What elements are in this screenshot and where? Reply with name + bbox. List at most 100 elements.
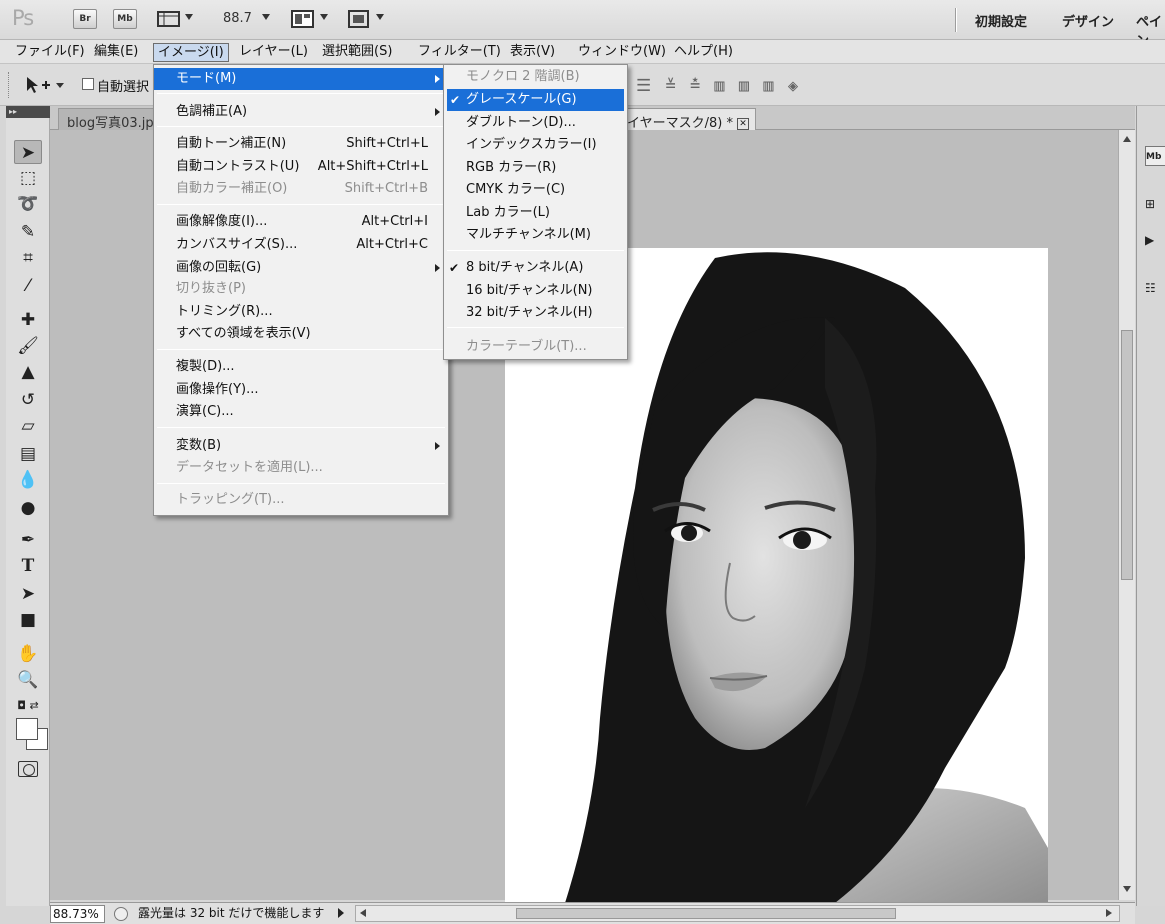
mode-item-grayscale[interactable]: ✔ グレースケール(G)	[447, 89, 624, 111]
menu-item-calculations[interactable]: 演算(C)...	[154, 401, 448, 423]
menu-item-variables[interactable]: 変数(B)	[154, 435, 448, 457]
quick-selection-tool-icon[interactable]: ✎	[14, 220, 42, 244]
mode-item-8-bit[interactable]: ✔ 8 bit/チャンネル(A)	[444, 257, 627, 279]
history-panel-icon[interactable]: ⊞	[1145, 194, 1165, 214]
mode-item-indexed-color[interactable]: インデックスカラー(I)	[444, 134, 627, 156]
path-selection-tool-icon[interactable]: ➤	[14, 582, 42, 606]
menu-view[interactable]: 表示(V)	[506, 43, 559, 62]
status-menu-arrow[interactable]	[338, 908, 344, 918]
shortcut-auto-contrast: Alt+Shift+Ctrl+L	[317, 159, 428, 174]
vertical-scrollbar[interactable]	[1118, 130, 1135, 900]
mode-item-duotone[interactable]: ダブルトーン(D)...	[444, 112, 627, 134]
tools-panel-header[interactable]: ▸▸	[6, 106, 50, 118]
menu-item-crop-label: 切り抜き(P)	[176, 281, 246, 296]
brush-tool-icon[interactable]: 🖌	[14, 334, 42, 358]
hand-tool-icon[interactable]: ✋	[14, 642, 42, 666]
marquee-tool-icon[interactable]: ⬚	[14, 166, 42, 190]
healing-brush-tool-icon[interactable]: ✚	[14, 308, 42, 332]
vertical-scroll-thumb[interactable]	[1121, 330, 1133, 580]
view-extras-dropdown-arrow[interactable]	[185, 14, 193, 20]
scroll-right-arrow[interactable]	[1106, 909, 1112, 917]
tool-preset-picker[interactable]	[24, 74, 66, 96]
mode-item-32-bit[interactable]: 32 bit/チャンネル(H)	[444, 302, 627, 324]
status-info-icon[interactable]	[114, 907, 128, 921]
mini-bridge-panel-icon[interactable]: Mb	[1145, 146, 1165, 166]
view-extras-button[interactable]	[157, 9, 181, 29]
document-tab-1[interactable]: blog写真03.jp	[58, 108, 163, 131]
align-distribute-icons[interactable]: ☰ ≚ ≛ ▥ ▥ ▥ ◈	[636, 76, 800, 96]
zoom-tool-icon[interactable]: 🔍	[14, 668, 42, 692]
menu-edit[interactable]: 編集(E)	[90, 43, 142, 62]
status-zoom-field[interactable]: 88.73%	[50, 905, 105, 923]
eraser-tool-icon[interactable]: ▱	[14, 414, 42, 438]
menu-item-apply-image-label: 画像操作(Y)...	[176, 382, 259, 397]
document-tab-2[interactable]: イヤーマスク/8) * ✕	[620, 108, 756, 131]
mode-item-cmyk-color[interactable]: CMYK カラー(C)	[444, 179, 627, 201]
menu-item-auto-tone[interactable]: 自動トーン補正(N) Shift+Ctrl+L	[154, 133, 448, 155]
arrange-documents-button[interactable]	[291, 9, 315, 29]
dodge-tool-icon[interactable]: ●	[14, 496, 42, 520]
workspace-design[interactable]: デザイン	[1062, 11, 1114, 30]
menu-file[interactable]: ファイル(F)	[11, 43, 89, 62]
menu-item-image-rotation[interactable]: 画像の回転(G)	[154, 257, 448, 279]
menu-item-apply-image[interactable]: 画像操作(Y)...	[154, 379, 448, 401]
zoom-level-display[interactable]: 88.7	[223, 11, 252, 26]
pen-tool-icon[interactable]: ✒	[14, 528, 42, 552]
menu-item-image-size[interactable]: 画像解像度(I)... Alt+Ctrl+I	[154, 211, 448, 233]
menu-item-auto-contrast[interactable]: 自動コントラスト(U) Alt+Shift+Ctrl+L	[154, 156, 448, 178]
horizontal-scroll-thumb[interactable]	[516, 908, 896, 919]
arrange-dropdown-arrow[interactable]	[320, 14, 328, 20]
gradient-tool-icon[interactable]: ▤	[14, 442, 42, 466]
options-bar-grip[interactable]	[8, 72, 11, 98]
menu-item-adjustments[interactable]: 色調補正(A)	[154, 101, 448, 123]
lasso-tool-icon[interactable]: ➰	[14, 192, 42, 216]
scroll-left-arrow[interactable]	[360, 909, 366, 917]
mode-item-rgb-color[interactable]: RGB カラー(R)	[444, 157, 627, 179]
mode-item-lab-color[interactable]: Lab カラー(L)	[444, 202, 627, 224]
launch-mini-bridge-button[interactable]: Mb	[113, 9, 137, 29]
type-tool-icon[interactable]: T	[14, 554, 42, 578]
scroll-down-arrow[interactable]	[1123, 886, 1131, 892]
scroll-up-arrow[interactable]	[1123, 136, 1131, 142]
menu-image[interactable]: イメージ(I)	[153, 43, 229, 62]
menu-separator	[447, 327, 624, 328]
actions-panel-icon[interactable]: ▶	[1145, 230, 1165, 250]
menu-select[interactable]: 選択範囲(S)	[318, 43, 396, 62]
blur-tool-icon[interactable]: 💧	[14, 468, 42, 492]
menu-filter[interactable]: フィルター(T)	[414, 43, 505, 62]
screen-mode-dropdown-arrow[interactable]	[376, 14, 384, 20]
screen-mode-button[interactable]	[347, 9, 371, 29]
move-tool-icon[interactable]: ➤	[14, 140, 42, 164]
checkmark-icon: ✔	[449, 261, 460, 275]
menu-item-reveal-all[interactable]: すべての領域を表示(V)	[154, 323, 448, 345]
menu-item-trim[interactable]: トリミング(R)...	[154, 301, 448, 323]
menu-layer[interactable]: レイヤー(L)	[235, 43, 312, 62]
submenu-arrow-icon	[435, 264, 440, 272]
close-tab-icon[interactable]: ✕	[736, 117, 749, 130]
horizontal-scrollbar[interactable]	[355, 905, 1120, 922]
menu-help[interactable]: ヘルプ(H)	[670, 43, 737, 62]
eyedropper-tool-icon[interactable]: ⁄	[14, 274, 42, 298]
clone-stamp-tool-icon[interactable]: ▲	[14, 360, 42, 384]
foreground-color-swatch[interactable]	[16, 718, 38, 740]
workspace-essentials[interactable]: 初期設定	[975, 11, 1027, 30]
menu-item-mode[interactable]: モード(M)	[154, 68, 448, 90]
mode-item-multichannel[interactable]: マルチチャンネル(M)	[444, 224, 627, 246]
menu-window[interactable]: ウィンドウ(W)	[574, 43, 670, 62]
menu-item-auto-tone-label: 自動トーン補正(N)	[176, 136, 287, 151]
menu-item-duplicate[interactable]: 複製(D)...	[154, 356, 448, 378]
mode-item-16-bit[interactable]: 16 bit/チャンネル(N)	[444, 280, 627, 302]
launch-bridge-button[interactable]: Br	[73, 9, 97, 29]
default-colors-icon[interactable]: ◘ ⇄	[14, 694, 42, 718]
menu-item-mode-label: モード(M)	[176, 71, 237, 86]
crop-tool-icon[interactable]: ⌗	[14, 246, 42, 270]
adjustments-panel-icon[interactable]: ☷	[1145, 278, 1165, 298]
menu-item-canvas-size[interactable]: カンバスサイズ(S)... Alt+Ctrl+C	[154, 234, 448, 256]
auto-select-checkbox[interactable]	[82, 78, 94, 90]
quick-mask-icon[interactable]	[18, 761, 38, 777]
zoom-dropdown-arrow[interactable]	[262, 14, 270, 20]
history-brush-tool-icon[interactable]: ↺	[14, 388, 42, 412]
checkmark-icon: ✔	[450, 93, 461, 107]
rectangle-tool-icon[interactable]: ■	[14, 608, 42, 632]
mode-item-bitmap-label: モノクロ 2 階調(B)	[466, 69, 580, 84]
